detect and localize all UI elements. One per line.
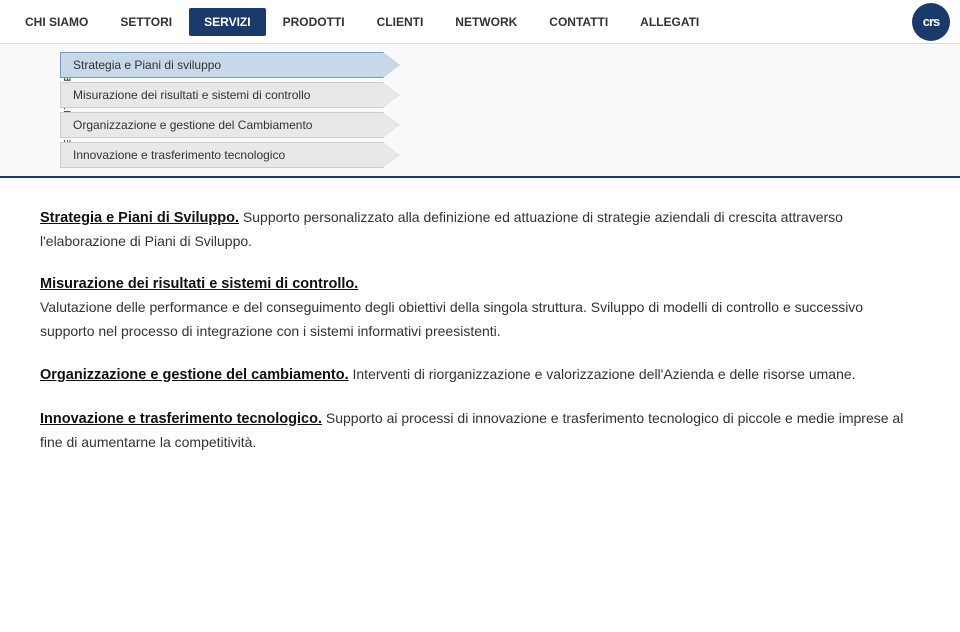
nav-item-network[interactable]: NETWORK bbox=[440, 8, 532, 36]
nav-item-prodotti[interactable]: PRODOTTI bbox=[268, 8, 360, 36]
nav-item-chi-siamo[interactable]: CHI SIAMO bbox=[10, 8, 103, 36]
nav-item-settori[interactable]: SETTORI bbox=[105, 8, 187, 36]
nav-items: CHI SIAMOSETTORISERVIZIPRODOTTICLIENTINE… bbox=[10, 8, 912, 36]
section-title-innovazione: Innovazione e trasferimento tecnologico. bbox=[40, 411, 322, 427]
section-text-organizzazione: Interventi di riorganizzazione e valoriz… bbox=[353, 366, 856, 382]
main-content: Strategia e Piani di Sviluppo. Supporto … bbox=[0, 178, 960, 502]
section-innovazione: Innovazione e trasferimento tecnologico.… bbox=[40, 407, 920, 454]
dropdown-area: AREE DI INTERVENTO Strategia e Piani di … bbox=[0, 44, 960, 178]
top-navigation: CHI SIAMOSETTORISERVIZIPRODOTTICLIENTINE… bbox=[0, 0, 960, 44]
section-title-misurazione: Misurazione dei risultati e sistemi di c… bbox=[40, 273, 920, 296]
section-misurazione: Misurazione dei risultati e sistemi di c… bbox=[40, 273, 920, 342]
logo-mark: crs bbox=[912, 3, 950, 41]
section-title-strategia: Strategia e Piani di Sviluppo. bbox=[40, 210, 239, 226]
dropdown-item-misurazione[interactable]: Misurazione dei risultati e sistemi di c… bbox=[60, 82, 400, 108]
section-strategia: Strategia e Piani di Sviluppo. Supporto … bbox=[40, 206, 920, 253]
nav-item-allegati[interactable]: ALLEGATI bbox=[625, 8, 714, 36]
nav-item-contatti[interactable]: CONTATTI bbox=[534, 8, 623, 36]
nav-item-clienti[interactable]: CLIENTI bbox=[362, 8, 439, 36]
dropdown-item-organizzazione[interactable]: Organizzazione e gestione del Cambiament… bbox=[60, 112, 400, 138]
section-organizzazione: Organizzazione e gestione del cambiament… bbox=[40, 363, 920, 387]
section-text-misurazione: Valutazione delle performance e del cons… bbox=[40, 296, 920, 342]
dropdown-item-strategia[interactable]: Strategia e Piani di sviluppo bbox=[60, 52, 400, 78]
logo: crs bbox=[912, 3, 950, 41]
section-title-organizzazione: Organizzazione e gestione del cambiament… bbox=[40, 367, 349, 383]
nav-item-servizi[interactable]: SERVIZI bbox=[189, 8, 265, 36]
dropdown-item-innovazione[interactable]: Innovazione e trasferimento tecnologico bbox=[60, 142, 400, 168]
